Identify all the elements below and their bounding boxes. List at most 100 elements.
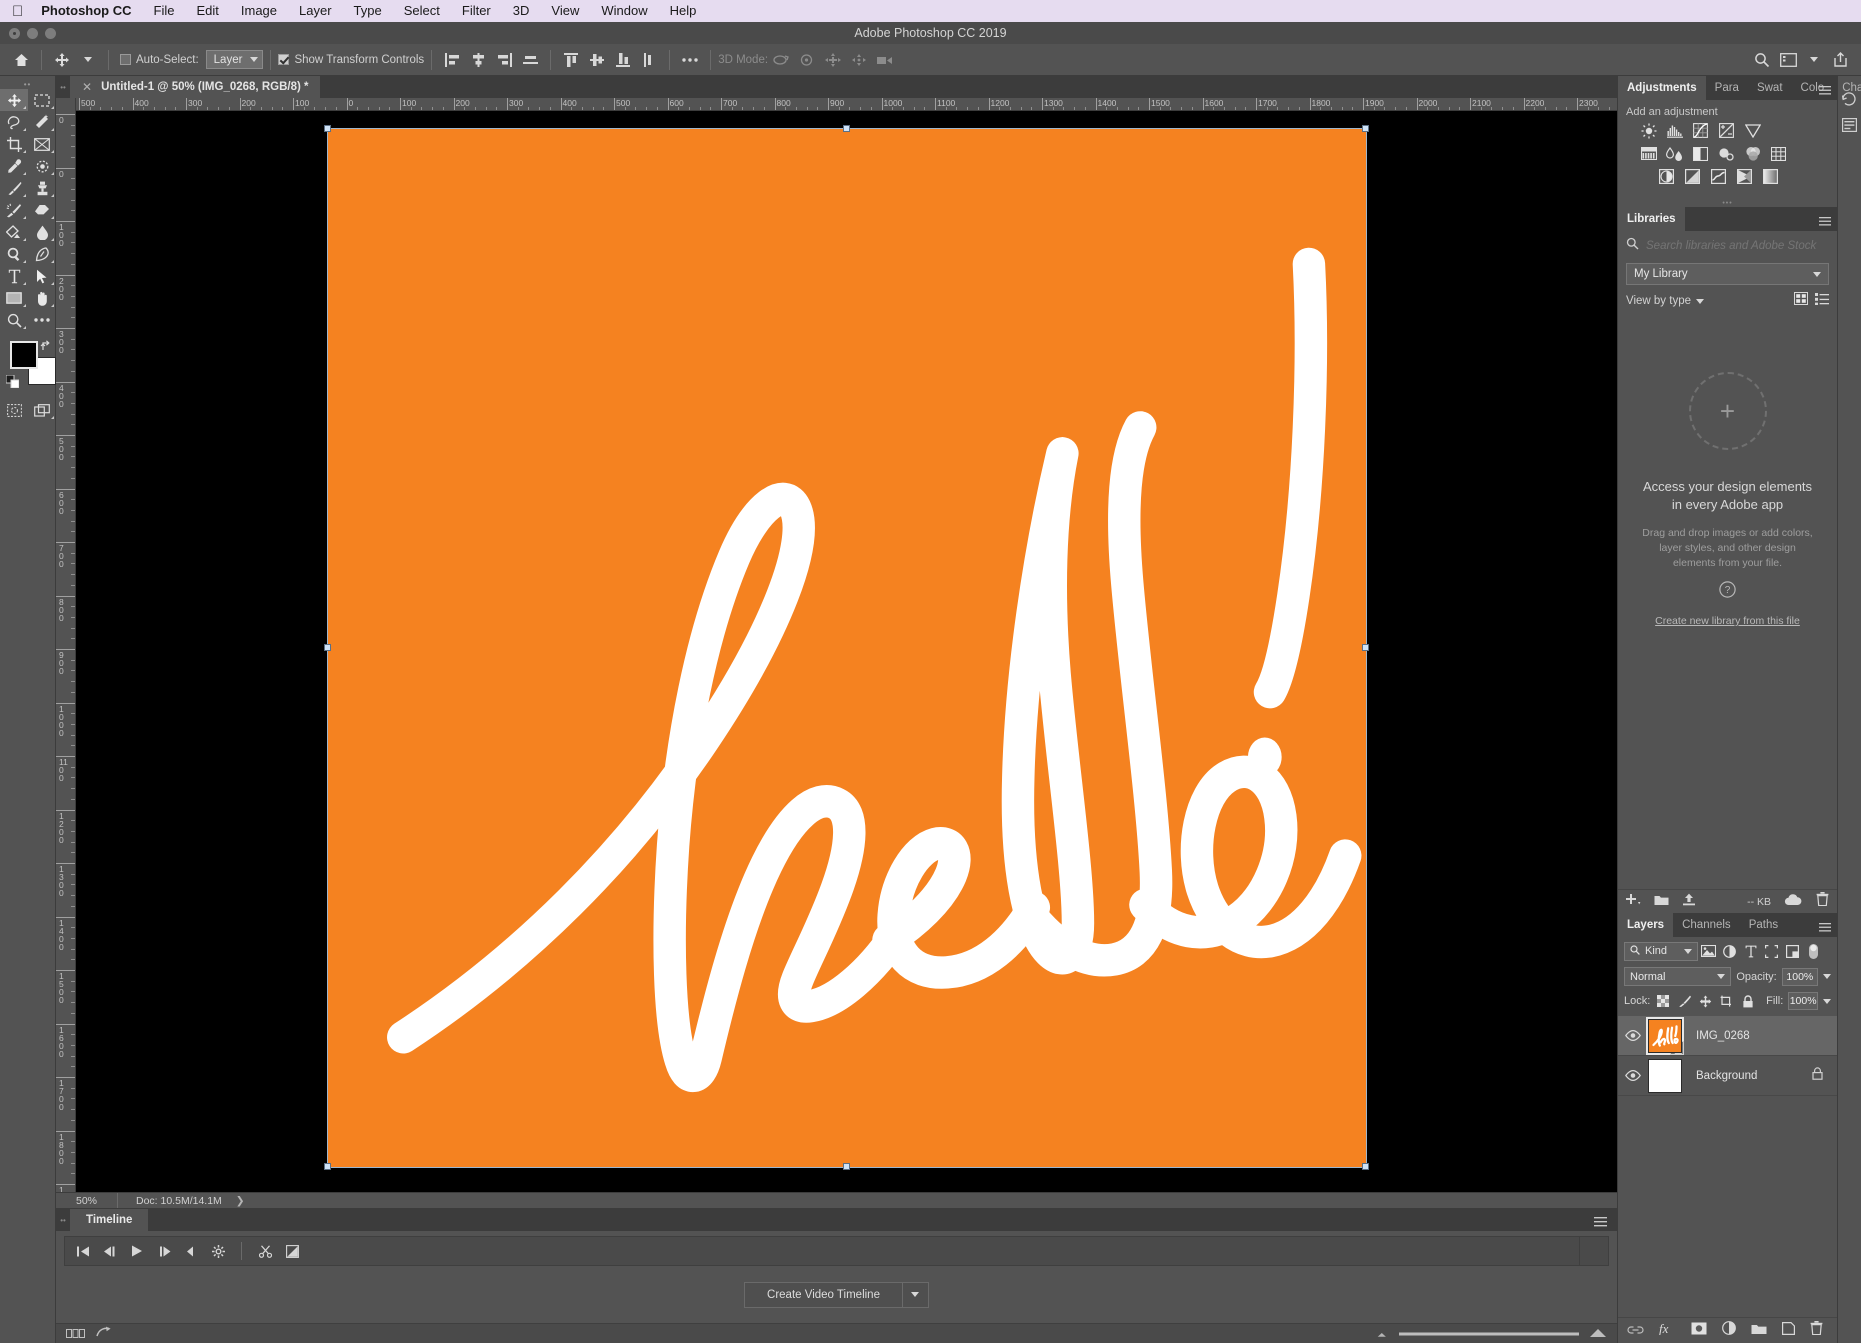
layer-thumbnail[interactable] bbox=[1648, 1019, 1682, 1053]
path-selection-tool[interactable] bbox=[28, 265, 56, 287]
fill-chevron-icon[interactable] bbox=[1823, 999, 1831, 1004]
delete-layer-icon[interactable] bbox=[1810, 1321, 1823, 1340]
zoom-out-timeline-icon[interactable] bbox=[1375, 1325, 1389, 1343]
menu-item-layer[interactable]: Layer bbox=[288, 0, 343, 22]
create-video-timeline-button[interactable]: Create Video Timeline bbox=[744, 1282, 903, 1308]
default-colors-icon[interactable] bbox=[6, 375, 19, 393]
lock-all-icon[interactable] bbox=[1740, 991, 1756, 1011]
filter-adjustment-layers-icon[interactable] bbox=[1719, 941, 1740, 961]
transform-handle[interactable] bbox=[1362, 1163, 1369, 1170]
transform-handle[interactable] bbox=[843, 125, 850, 132]
list-view-icon[interactable] bbox=[1815, 292, 1829, 310]
layer-kind-dropdown[interactable]: Kind bbox=[1624, 942, 1698, 961]
color-lookup-icon[interactable] bbox=[1770, 145, 1787, 162]
vertical-ruler[interactable]: 0010020030040050060070080090010001100120… bbox=[56, 111, 76, 1192]
delete-library-icon[interactable] bbox=[1816, 892, 1829, 911]
filter-smart-objects-icon[interactable] bbox=[1782, 941, 1803, 961]
toggle-layer-filtering-icon[interactable] bbox=[1803, 941, 1824, 961]
layer-row[interactable]: IMG_0268 bbox=[1618, 1016, 1837, 1056]
render-video-icon[interactable] bbox=[96, 1325, 112, 1343]
lock-image-pixels-icon[interactable] bbox=[1676, 991, 1692, 1011]
filter-pixel-layers-icon[interactable] bbox=[1698, 941, 1719, 961]
clone-stamp-tool[interactable] bbox=[28, 177, 56, 199]
menu-item-window[interactable]: Window bbox=[590, 0, 658, 22]
transform-handle[interactable] bbox=[324, 125, 331, 132]
hue-saturation-icon[interactable] bbox=[1640, 145, 1657, 162]
layer-thumbnail[interactable] bbox=[1648, 1059, 1682, 1093]
horizontal-ruler[interactable]: 5004003002001000100200300400500600700800… bbox=[76, 98, 1617, 111]
add-element-icon[interactable] bbox=[1626, 893, 1641, 911]
menu-item-select[interactable]: Select bbox=[393, 0, 451, 22]
lock-position-icon[interactable] bbox=[1698, 991, 1714, 1011]
workspace-chevron-icon[interactable] bbox=[1801, 48, 1827, 72]
align-top-edges-icon[interactable] bbox=[558, 48, 584, 72]
eraser-tool[interactable] bbox=[28, 199, 56, 221]
new-group-folder-icon[interactable] bbox=[1654, 893, 1669, 911]
previous-frame-icon[interactable] bbox=[98, 1240, 122, 1262]
move-tool-icon[interactable] bbox=[49, 48, 75, 72]
lock-transparent-pixels-icon[interactable] bbox=[1655, 991, 1671, 1011]
transition-icon[interactable] bbox=[280, 1240, 304, 1262]
vibrance-icon[interactable] bbox=[1744, 122, 1761, 139]
toolbox-grip[interactable]: •• bbox=[0, 80, 55, 89]
layer-style-fx-icon[interactable]: fx bbox=[1659, 1321, 1676, 1340]
layer-visibility-eye-icon[interactable] bbox=[1618, 1070, 1648, 1081]
layers-menu-icon[interactable] bbox=[1819, 919, 1831, 937]
gradient-map-icon[interactable] bbox=[1762, 168, 1779, 185]
next-frame-icon[interactable] bbox=[152, 1240, 176, 1262]
eyedropper-tool[interactable] bbox=[0, 155, 28, 177]
history-brush-tool[interactable] bbox=[0, 199, 28, 221]
swap-colors-icon[interactable] bbox=[40, 339, 53, 355]
timeline-grip[interactable]: •• bbox=[56, 1209, 70, 1231]
add-layer-mask-icon[interactable] bbox=[1691, 1322, 1707, 1340]
go-to-first-frame-icon[interactable] bbox=[71, 1240, 95, 1262]
tab-strip-grip[interactable]: •• bbox=[56, 76, 70, 98]
document-tab[interactable]: ✕ Untitled-1 @ 50% (IMG_0268, RGB/8) * bbox=[70, 76, 320, 98]
menu-item-help[interactable]: Help bbox=[659, 0, 708, 22]
filter-type-layers-icon[interactable] bbox=[1740, 941, 1761, 961]
zoom-tool[interactable] bbox=[0, 309, 28, 331]
menu-item-filter[interactable]: Filter bbox=[451, 0, 502, 22]
align-right-edges-icon[interactable] bbox=[491, 48, 517, 72]
timeline-right-block[interactable] bbox=[1579, 1236, 1609, 1266]
menu-app-name[interactable]: Photoshop CC bbox=[41, 0, 142, 22]
zoom-level[interactable]: 50% bbox=[56, 1193, 118, 1209]
libraries-menu-icon[interactable] bbox=[1819, 213, 1831, 231]
tab-libraries[interactable]: Libraries bbox=[1618, 207, 1685, 231]
home-icon[interactable] bbox=[8, 48, 34, 72]
convert-to-frames-icon[interactable] bbox=[66, 1325, 86, 1343]
adjustments-menu-icon[interactable] bbox=[1819, 82, 1831, 100]
move-tool[interactable] bbox=[0, 89, 28, 111]
blur-tool[interactable] bbox=[28, 221, 56, 243]
zoom-in-timeline-icon[interactable] bbox=[1589, 1325, 1607, 1343]
add-to-library-placeholder-icon[interactable]: + bbox=[1689, 372, 1767, 450]
black-white-icon[interactable] bbox=[1692, 145, 1709, 162]
transform-handle[interactable] bbox=[324, 644, 331, 651]
menu-item-3d[interactable]: 3D bbox=[502, 0, 541, 22]
gradient-tool[interactable] bbox=[0, 221, 28, 243]
frame-tool[interactable] bbox=[28, 133, 56, 155]
invert-icon[interactable] bbox=[1658, 168, 1675, 185]
blend-mode-dropdown[interactable]: Normal bbox=[1624, 967, 1731, 986]
new-adjustment-layer-icon[interactable] bbox=[1722, 1321, 1736, 1340]
grid-view-icon[interactable] bbox=[1794, 292, 1808, 310]
channel-mixer-icon[interactable] bbox=[1744, 145, 1761, 162]
rectangular-marquee-tool[interactable] bbox=[28, 89, 56, 111]
menu-item-image[interactable]: Image bbox=[230, 0, 288, 22]
edit-toolbar-tool[interactable] bbox=[28, 309, 56, 331]
threshold-icon[interactable] bbox=[1710, 168, 1727, 185]
show-transform-controls-checkbox[interactable]: Show Transform Controls bbox=[278, 54, 424, 66]
3d-roll-icon[interactable] bbox=[794, 48, 820, 72]
lock-nesting-icon[interactable] bbox=[1719, 991, 1735, 1011]
menu-item-file[interactable]: File bbox=[143, 0, 186, 22]
align-horizontal-centers-icon[interactable] bbox=[465, 48, 491, 72]
crop-tool[interactable] bbox=[0, 133, 28, 155]
magic-wand-tool[interactable] bbox=[28, 111, 56, 133]
layer-visibility-eye-icon[interactable] bbox=[1618, 1030, 1648, 1041]
transform-handle[interactable] bbox=[1362, 125, 1369, 132]
align-left-edges-icon[interactable] bbox=[439, 48, 465, 72]
opacity-value[interactable]: 100% bbox=[1782, 968, 1818, 986]
dodge-tool[interactable] bbox=[0, 243, 28, 265]
rectangle-tool[interactable] bbox=[0, 287, 28, 309]
upload-icon[interactable] bbox=[1682, 893, 1696, 911]
